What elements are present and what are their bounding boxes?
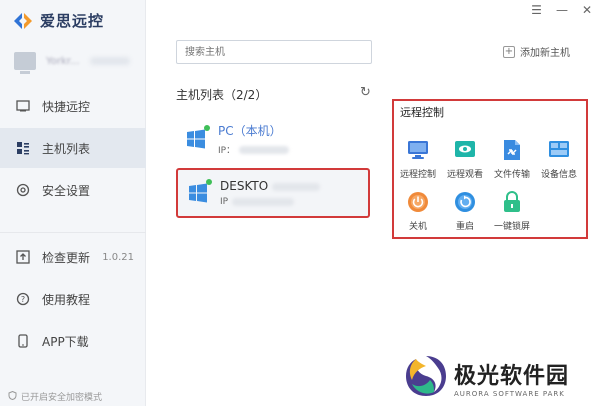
close-icon[interactable]: ✕ xyxy=(582,3,592,17)
file-transfer-icon xyxy=(501,139,523,161)
sidebar-item-quick-remote[interactable]: 快捷远控 xyxy=(0,86,146,126)
device-info-label: 设备信息 xyxy=(540,170,577,180)
sidebar-item-label: 快捷远控 xyxy=(42,99,91,114)
sidebar-divider xyxy=(0,232,146,233)
update-icon xyxy=(16,250,30,264)
restart-button[interactable]: 重启 xyxy=(441,191,489,232)
security-mode-note: 已开启安全加密模式 xyxy=(8,390,102,403)
menu-icon[interactable]: ☰ xyxy=(531,3,542,17)
sidebar-item-tutorial[interactable]: ? 使用教程 xyxy=(0,279,146,319)
host-list-title: 主机列表（2/2） xyxy=(176,88,268,102)
minimize-icon[interactable]: — xyxy=(556,3,568,17)
sidebar-item-check-update[interactable]: 检查更新 1.0.21 xyxy=(0,237,146,277)
restart-icon xyxy=(454,191,476,213)
host-ip-label: IP xyxy=(220,197,229,207)
host-name-blurred xyxy=(271,182,320,191)
remote-control-button[interactable]: 远程控制 xyxy=(394,139,442,180)
watermark-en: AURORA SOFTWARE PARK xyxy=(454,390,565,398)
sidebar-item-label: 主机列表 xyxy=(42,141,91,156)
shield-icon xyxy=(8,390,17,403)
shutdown-label: 关机 xyxy=(408,222,427,232)
host-ip-label: IP： xyxy=(218,146,236,156)
svg-text:?: ? xyxy=(21,295,25,304)
aurora-logo-icon xyxy=(404,354,448,402)
device-info-icon xyxy=(548,139,570,161)
monitor-icon xyxy=(407,139,429,161)
sidebar-item-label: 检查更新 xyxy=(42,250,91,265)
host-ip-blurred xyxy=(232,198,295,206)
sidebar-item-label: 使用教程 xyxy=(42,292,91,307)
phone-icon xyxy=(16,334,30,348)
lock-icon xyxy=(501,191,523,213)
host-list-icon xyxy=(16,141,30,155)
shutdown-button[interactable]: 关机 xyxy=(394,191,442,232)
sidebar-item-label: APP下载 xyxy=(42,334,89,349)
sidebar-item-host-list[interactable]: 主机列表 xyxy=(0,128,146,168)
user-name: Yorkr... xyxy=(46,55,80,67)
host-name: DESKTO xyxy=(220,179,320,193)
sidebar: 爱思远控 Yorkr... 快捷远控 主机列表 安全设置 检查更新 1.0.21 xyxy=(0,0,146,406)
windows-icon xyxy=(188,179,212,203)
sidebar-item-security[interactable]: 安全设置 xyxy=(0,170,146,210)
host-card-local[interactable]: PC（本机） IP： xyxy=(176,114,370,164)
host-ip: IP： xyxy=(218,143,290,156)
power-icon xyxy=(407,191,429,213)
user-profile[interactable]: Yorkr... xyxy=(14,52,130,74)
version-label: 1.0.21 xyxy=(102,251,134,263)
window-controls: ☰ — ✕ xyxy=(531,3,592,17)
one-click-lock-label: 一键锁屏 xyxy=(493,222,530,232)
file-transfer-button[interactable]: 文件传输 xyxy=(488,139,536,180)
file-transfer-label: 文件传输 xyxy=(493,170,530,180)
windows-icon xyxy=(186,125,210,149)
remote-view-button[interactable]: 远程观看 xyxy=(441,139,489,180)
online-status-dot xyxy=(204,125,210,131)
watermark-cn: 极光软件园 xyxy=(454,364,570,389)
search-input[interactable] xyxy=(176,40,372,64)
watermark: 极光软件园 AURORA SOFTWARE PARK xyxy=(404,354,569,402)
remote-control-title: 远程控制 xyxy=(400,106,444,119)
user-avatar-icon xyxy=(14,52,36,74)
host-card-desktop[interactable]: DESKTO IP xyxy=(176,168,370,218)
remote-control-label: 远程控制 xyxy=(399,170,436,180)
host-ip: IP xyxy=(220,197,320,207)
refresh-icon[interactable]: ↻ xyxy=(360,85,371,100)
quick-remote-icon xyxy=(16,99,30,113)
host-name-text: DESKTO xyxy=(220,179,269,193)
app-logo: 爱思远控 xyxy=(12,10,104,31)
plus-icon: + xyxy=(503,45,515,58)
help-icon: ? xyxy=(16,292,30,306)
host-name: PC（本机） xyxy=(218,124,282,138)
user-name-blurred xyxy=(89,57,130,65)
add-host-label: 添加新主机 xyxy=(520,48,570,59)
one-click-lock-button[interactable]: 一键锁屏 xyxy=(488,191,536,232)
remote-view-label: 远程观看 xyxy=(446,170,483,180)
security-settings-icon xyxy=(16,183,30,197)
device-info-button[interactable]: 设备信息 xyxy=(535,139,583,180)
restart-label: 重启 xyxy=(455,222,474,232)
remote-control-panel: 远程控制 远程控制 远程观看 文件传输 设备信息 关机 重启 一键锁屏 xyxy=(392,99,588,239)
security-mode-text: 已开启安全加密模式 xyxy=(21,393,103,403)
online-status-dot xyxy=(206,179,212,185)
add-host-button[interactable]: + 添加新主机 xyxy=(503,44,570,59)
sidebar-item-app-download[interactable]: APP下载 xyxy=(0,321,146,361)
eye-icon xyxy=(454,139,476,161)
host-ip-blurred xyxy=(239,145,290,154)
logo-icon xyxy=(12,11,34,31)
app-title: 爱思远控 xyxy=(40,12,105,30)
sidebar-item-label: 安全设置 xyxy=(42,183,91,198)
